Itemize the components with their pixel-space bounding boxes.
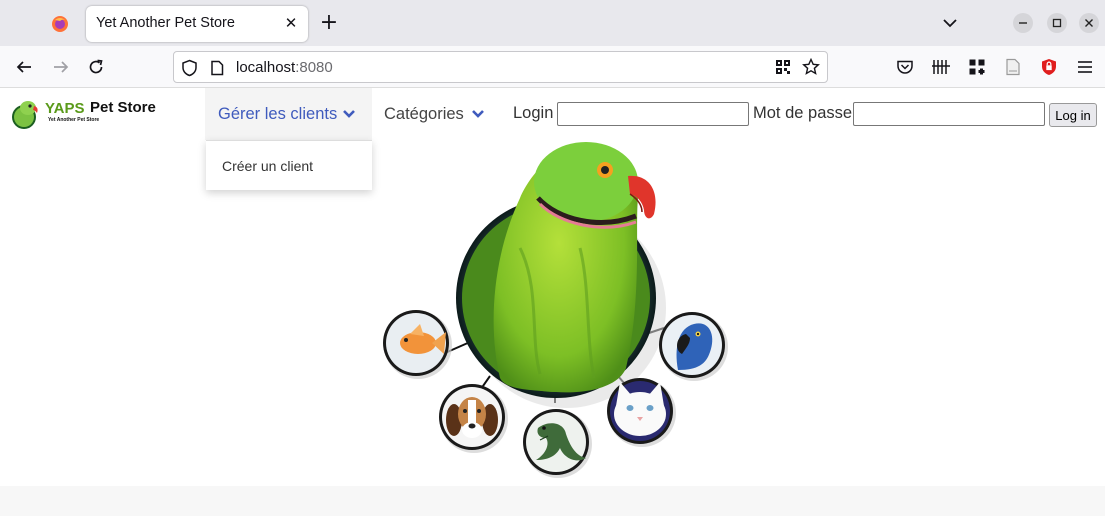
- menu-manage-customers[interactable]: Gérer les clients: [205, 88, 372, 140]
- reload-icon[interactable]: [85, 56, 107, 78]
- list-all-tabs-icon[interactable]: [940, 14, 960, 32]
- password-label: Mot de passe: [753, 104, 853, 122]
- browser-nav-bar: localhost:8080: [0, 46, 1105, 88]
- customers-dropdown-menu: Créer un client: [206, 140, 372, 190]
- menu-item-create-customer[interactable]: Créer un client: [222, 158, 313, 174]
- login-button[interactable]: Log in: [1049, 103, 1097, 127]
- page-footer: [0, 486, 1105, 516]
- goldfish-circle: [383, 310, 452, 379]
- qr-code-icon[interactable]: [775, 59, 791, 79]
- hamburger-menu-icon[interactable]: [1075, 57, 1095, 77]
- window-maximize-icon[interactable]: [1047, 13, 1067, 33]
- page-info-icon[interactable]: [210, 60, 224, 80]
- chevron-down-icon: [472, 110, 484, 118]
- pocket-icon[interactable]: [895, 57, 915, 77]
- cat-circle: [607, 378, 676, 447]
- browser-tab-bar: Yet Another Pet Store ✕ +: [0, 0, 1105, 46]
- menu-manage-customers-label: Gérer les clients: [218, 105, 338, 123]
- tab-close-icon[interactable]: ✕: [282, 14, 300, 32]
- back-icon[interactable]: [13, 56, 35, 78]
- parrot-circle: [456, 142, 656, 398]
- bookmark-star-icon[interactable]: [802, 57, 820, 80]
- extensions-icon[interactable]: [967, 57, 987, 77]
- url-text: localhost:8080: [236, 59, 333, 76]
- window-close-icon[interactable]: [1079, 13, 1099, 33]
- iguana-circle: [523, 409, 592, 478]
- browser-tab-active[interactable]: Yet Another Pet Store ✕: [86, 6, 308, 42]
- chevron-down-icon: [343, 110, 355, 118]
- tracking-protection-shield-icon[interactable]: [181, 59, 198, 81]
- window-minimize-icon[interactable]: [1013, 13, 1033, 33]
- brand-logo[interactable]: YAPS Pet Store Yet Another Pet Store: [10, 96, 170, 136]
- tab-title: Yet Another Pet Store: [96, 15, 235, 31]
- url-port: :8080: [295, 59, 333, 76]
- brand-name-yaps: YAPS: [45, 100, 85, 117]
- dog-circle: [439, 384, 508, 453]
- url-bar[interactable]: localhost:8080: [173, 51, 828, 83]
- page-document-icon[interactable]: [1003, 57, 1023, 77]
- login-label: Login: [513, 104, 554, 122]
- page-content: YAPS Pet Store Yet Another Pet Store Gér…: [0, 88, 1105, 516]
- login-input[interactable]: [557, 102, 749, 126]
- ublock-shield-icon[interactable]: [1039, 57, 1059, 77]
- password-input[interactable]: [853, 102, 1045, 126]
- menu-categories[interactable]: Catégories: [372, 88, 500, 140]
- firefox-view-icon[interactable]: [44, 8, 76, 40]
- url-host: localhost: [236, 59, 296, 76]
- forward-icon[interactable]: [50, 56, 72, 78]
- library-icon[interactable]: [931, 57, 951, 77]
- brand-tagline: Yet Another Pet Store: [48, 117, 100, 123]
- hero-pets-illustration: [383, 142, 728, 478]
- brand-name-store: Pet Store: [90, 99, 156, 116]
- parrot-logo-icon: [12, 101, 38, 129]
- new-tab-icon[interactable]: +: [318, 12, 340, 34]
- menu-categories-label: Catégories: [384, 105, 464, 123]
- macaw-circle: [659, 312, 728, 381]
